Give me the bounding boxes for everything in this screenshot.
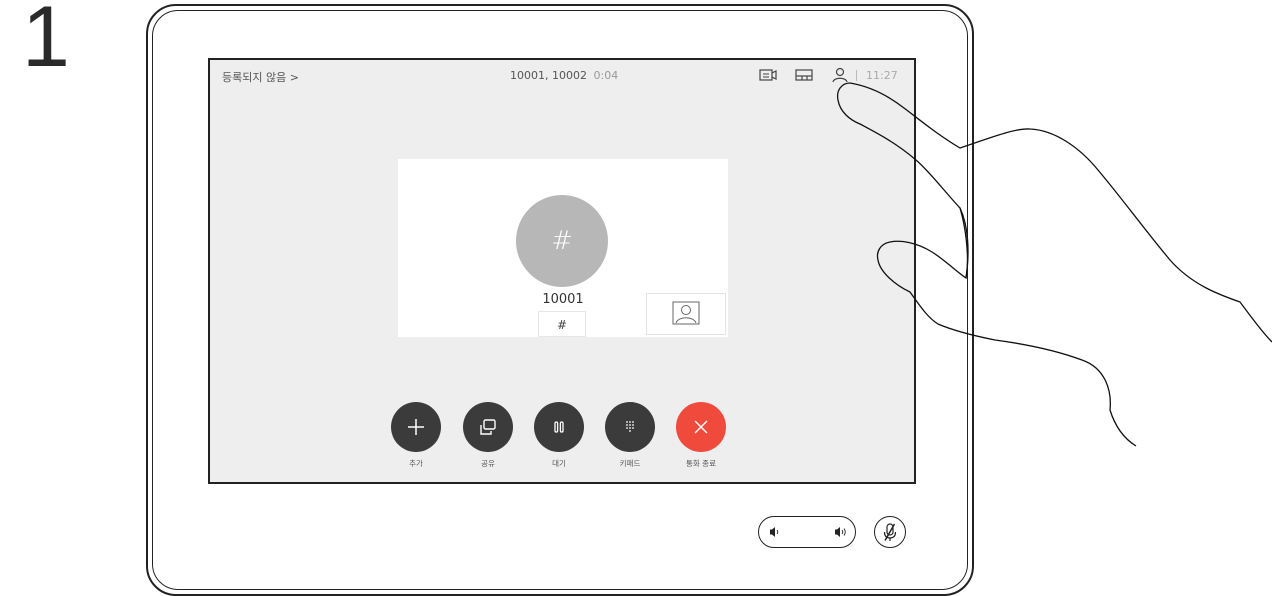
- mute-button[interactable]: [874, 516, 906, 548]
- camera-control-icon[interactable]: [758, 66, 778, 84]
- hold-control[interactable]: 대기: [529, 402, 589, 469]
- pause-icon: [554, 421, 564, 433]
- volume-up-icon: [835, 527, 846, 537]
- call-controls: 추가 공유 대기 키패드 통화 종료: [210, 402, 914, 482]
- pointing-hand-illustration: [836, 82, 1272, 447]
- add-label: 추가: [409, 459, 423, 468]
- add-control[interactable]: 추가: [386, 402, 446, 469]
- keypad-tag: #: [538, 311, 586, 337]
- keypad-label: 키패드: [619, 459, 641, 468]
- participants-list: 10001, 10002: [510, 69, 587, 82]
- touch-screen: 등록되지 않음 > 10001, 10002 0:04 11:27 # 1000…: [208, 58, 916, 484]
- selfview-person-icon: [672, 301, 700, 325]
- layout-icon[interactable]: [794, 66, 814, 84]
- step-number: 1: [22, 0, 70, 85]
- close-icon: [694, 420, 708, 434]
- keypad-button[interactable]: [605, 402, 655, 452]
- plus-icon: [408, 419, 424, 435]
- microphone-muted-icon: [883, 523, 897, 541]
- hold-label: 대기: [552, 459, 566, 468]
- share-control[interactable]: 공유: [458, 402, 518, 469]
- add-button[interactable]: [391, 402, 441, 452]
- volume-controls: [770, 527, 846, 537]
- share-button[interactable]: [463, 402, 513, 452]
- share-icon: [480, 419, 496, 435]
- hold-button[interactable]: [534, 402, 584, 452]
- call-info: 10001, 10002 0:04: [510, 69, 618, 82]
- end-call-control[interactable]: 통화 종료: [671, 402, 731, 469]
- end-call-button[interactable]: [676, 402, 726, 452]
- end-call-label: 통화 종료: [686, 459, 716, 468]
- share-label: 공유: [481, 459, 495, 468]
- selfview-thumbnail[interactable]: [646, 293, 726, 335]
- volume-down-icon: [770, 527, 779, 537]
- keypad-control[interactable]: 키패드: [600, 402, 660, 469]
- caller-avatar: #: [516, 195, 608, 287]
- volume-rocker[interactable]: [758, 516, 856, 548]
- call-duration: 0:04: [593, 69, 619, 82]
- registration-status[interactable]: 등록되지 않음 >: [222, 69, 299, 85]
- remote-video-pane: # 10001 #: [398, 159, 728, 337]
- keypad-icon: [626, 421, 634, 432]
- status-bar: 등록되지 않음 > 10001, 10002 0:04 11:27: [210, 60, 914, 92]
